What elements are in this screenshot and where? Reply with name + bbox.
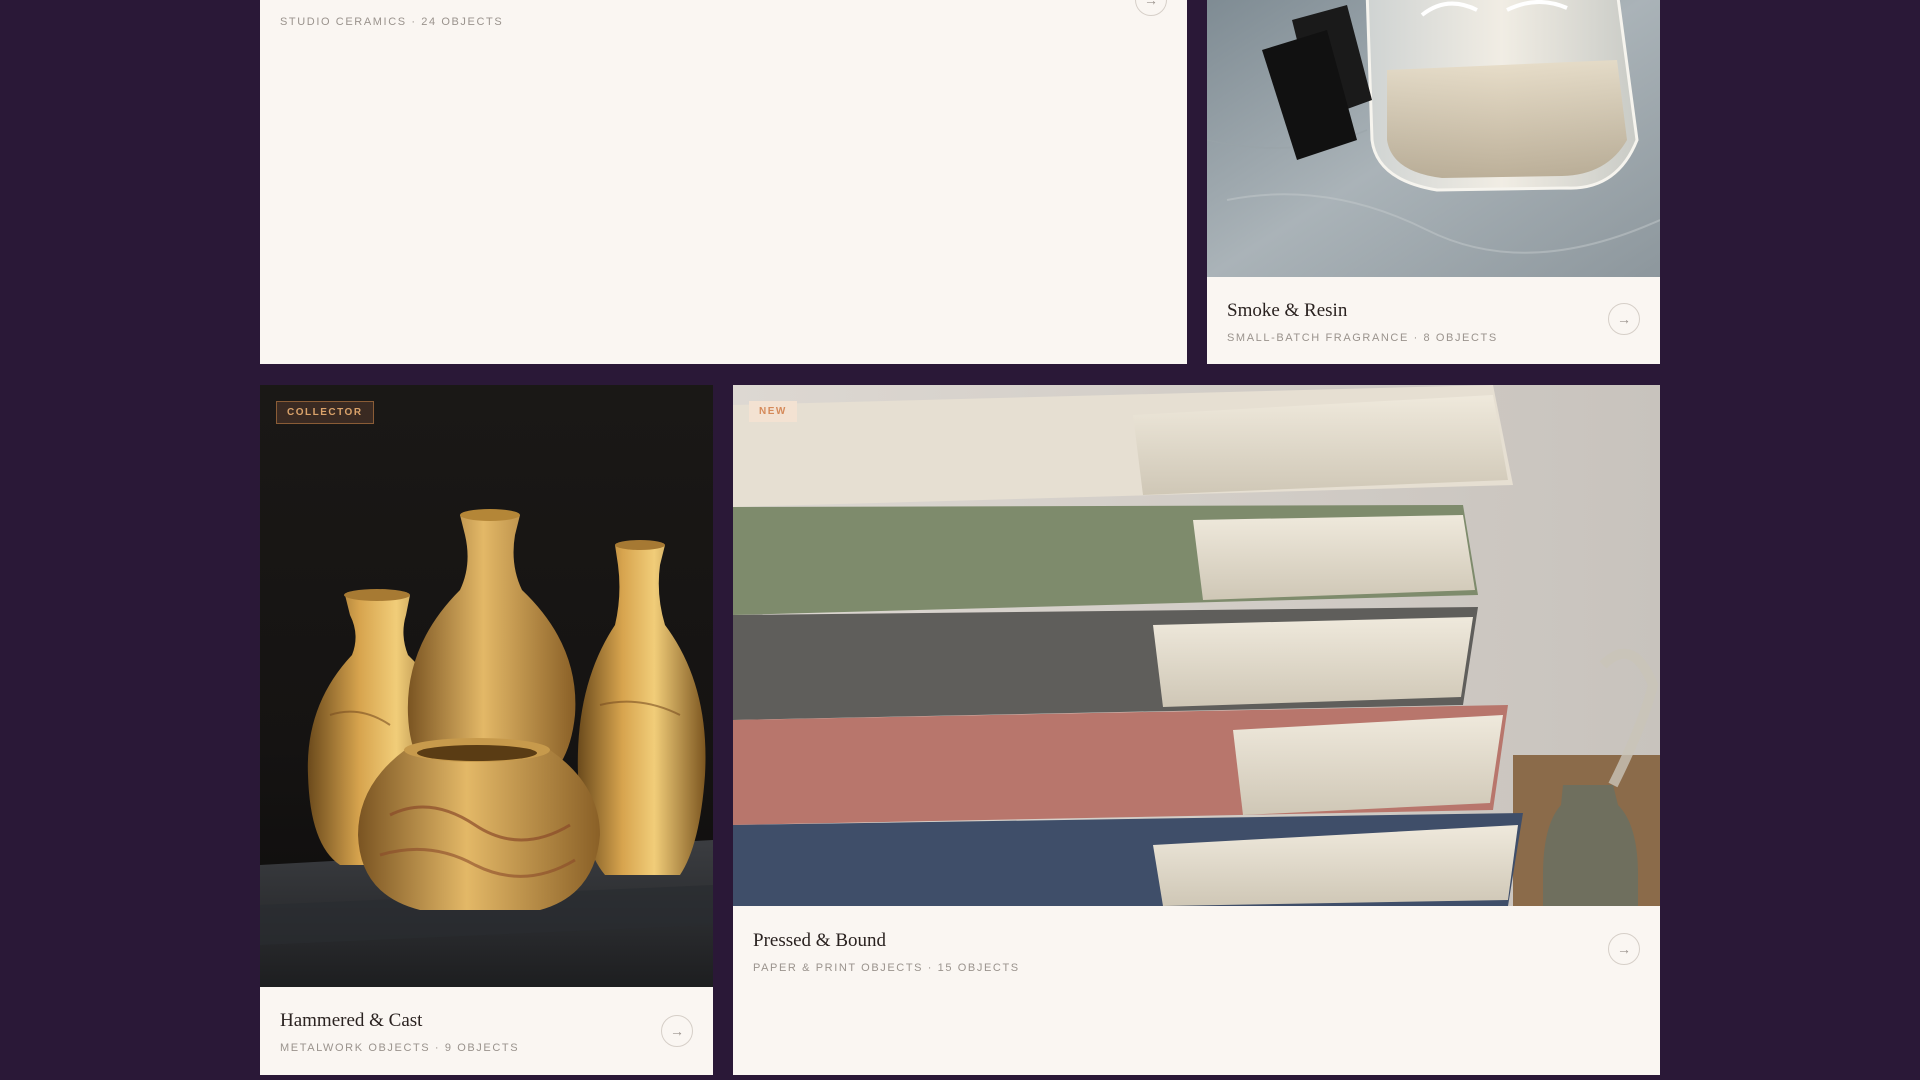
card-meta: PAPER & PRINT OBJECTS · 15 OBJECTS [753, 961, 1020, 974]
card-meta: SMALL-BATCH FRAGRANCE · 8 OBJECTS [1227, 331, 1498, 344]
card-meta: METALWORK OBJECTS · 9 OBJECTS [280, 1041, 520, 1054]
collection-card-hammered-cast[interactable]: COLLECTOR Hammered & Cast METALWORK OBJE… [260, 385, 713, 1075]
collection-card-ceramics[interactable]: STUDIO CERAMICS · 24 OBJECTS → [260, 0, 1187, 364]
book-stack-illustration [733, 385, 1660, 906]
brass-vases-illustration [260, 385, 713, 987]
card-title: Smoke & Resin [1227, 300, 1348, 321]
collection-card-pressed-bound[interactable]: NEW Pressed & Bound PAPER & PRINT OBJECT… [733, 385, 1660, 1075]
card-title: Hammered & Cast [280, 1010, 423, 1031]
arrow-right-icon[interactable]: → [1608, 303, 1640, 335]
card-meta: STUDIO CERAMICS · 24 OBJECTS [280, 16, 504, 28]
card-info: Smoke & Resin SMALL-BATCH FRAGRANCE · 8 … [1227, 300, 1640, 344]
collector-badge: COLLECTOR [276, 401, 374, 424]
card-info: Hammered & Cast METALWORK OBJECTS · 9 OB… [280, 1010, 693, 1054]
card-title: Pressed & Bound [753, 930, 886, 951]
arrow-right-icon[interactable]: → [661, 1015, 693, 1047]
perfume-bottle-illustration [1207, 0, 1660, 277]
new-badge: NEW [749, 401, 797, 422]
card-photo-brass-vases [260, 385, 713, 987]
card-info: Pressed & Bound PAPER & PRINT OBJECTS · … [753, 930, 1640, 974]
arrow-right-icon[interactable]: → [1608, 933, 1640, 965]
card-photo-perfume-bottle [1207, 0, 1660, 277]
card-photo-book-stack [733, 385, 1660, 906]
collection-card-smoke-resin[interactable]: Smoke & Resin SMALL-BATCH FRAGRANCE · 8 … [1207, 0, 1660, 364]
card-info: STUDIO CERAMICS · 24 OBJECTS [280, 7, 1167, 28]
